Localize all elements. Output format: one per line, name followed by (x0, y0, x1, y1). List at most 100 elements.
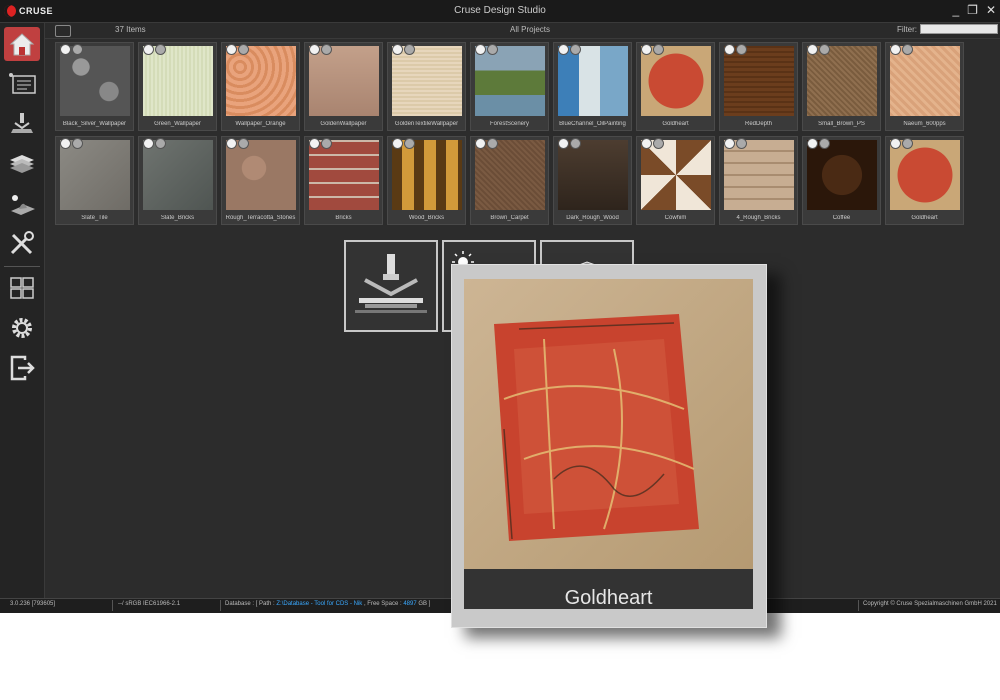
sidebar-tiles-button[interactable] (4, 271, 40, 305)
sidebar-settings-button[interactable] (4, 311, 40, 345)
badge-icon (653, 138, 664, 149)
badge-icon (902, 44, 913, 55)
badge-icon (309, 44, 320, 55)
free-space-label: , Free Space : (362, 601, 404, 607)
badge-icon (72, 138, 83, 149)
material-badges (641, 44, 664, 55)
sidebar-layout-button[interactable] (4, 67, 40, 101)
material-thumbnail (641, 46, 711, 116)
collection-icon[interactable] (55, 25, 71, 37)
material-label: Slate_Bricks (160, 215, 195, 221)
material-tile[interactable]: Rough_Terracotta_Stones (221, 136, 300, 225)
status-divider (112, 600, 113, 611)
material-label: Coffee (832, 215, 851, 221)
material-tile[interactable]: GoldenTextileWallpaper (387, 42, 466, 131)
badge-icon (392, 138, 403, 149)
free-space-unit: GB ] (416, 601, 431, 607)
material-tile[interactable]: Wood_Bricks (387, 136, 466, 225)
badge-icon (641, 138, 652, 149)
material-tile[interactable]: Small_Brown_PS (802, 42, 881, 131)
sidebar-divider (4, 266, 40, 267)
material-tile[interactable]: ForestScenery (470, 42, 549, 131)
material-tile[interactable]: Brown_Carpet (470, 136, 549, 225)
minimize-button[interactable]: _ (952, 3, 959, 17)
project-selector[interactable]: All Projects (510, 25, 550, 34)
badge-icon (487, 44, 498, 55)
badge-icon (724, 138, 735, 149)
material-thumbnail (724, 46, 794, 116)
material-badges (807, 44, 830, 55)
badge-icon (404, 44, 415, 55)
material-thumbnail (309, 46, 379, 116)
material-label: Goldheart (911, 215, 938, 221)
items-count: 37 Items (115, 25, 146, 34)
badge-icon (226, 138, 237, 149)
material-thumbnail (226, 46, 296, 116)
material-thumbnail (392, 140, 462, 210)
material-tile[interactable]: BlueChannel_OilPainting (553, 42, 632, 131)
badge-icon (807, 138, 818, 149)
material-thumbnail (890, 140, 960, 210)
badge-icon (819, 44, 830, 55)
badge-icon (155, 44, 166, 55)
badge-icon (238, 44, 249, 55)
badge-icon (475, 44, 486, 55)
material-badges (890, 138, 913, 149)
material-label: Wood_Bricks (408, 215, 445, 221)
material-badges (558, 44, 581, 55)
material-label: Slate_Tile (81, 215, 108, 221)
sidebar-layers-button[interactable] (4, 147, 40, 181)
scanner-icon (11, 113, 33, 133)
material-tile[interactable]: Slate_Tile (55, 136, 134, 225)
sidebar-scan-button[interactable] (4, 107, 40, 141)
material-tile[interactable]: Slate_Bricks (138, 136, 217, 225)
material-badges (392, 44, 415, 55)
preview-frame: Goldheart (464, 279, 753, 609)
material-tile[interactable]: Black_Silver_Wallpaper (55, 42, 134, 131)
sidebar-home-button[interactable] (4, 27, 40, 61)
database-info: Database : [ Path : Z:\Database - Tool f… (225, 601, 430, 607)
material-badges (60, 138, 83, 149)
material-tile[interactable]: Wallpaper_Orange (221, 42, 300, 131)
material-tile[interactable]: Coffee (802, 136, 881, 225)
material-badges (724, 138, 747, 149)
material-badges (226, 44, 249, 55)
material-label: BlueChannel_OilPainting (559, 121, 626, 127)
material-label: Goldheart (662, 121, 689, 127)
material-tile[interactable]: RedDepth (719, 42, 798, 131)
material-badges (641, 138, 664, 149)
scan-tool-icon (355, 254, 427, 313)
sidebar-exit-button[interactable] (4, 351, 40, 385)
filter-input[interactable] (920, 24, 998, 34)
material-tile[interactable]: Cowhim (636, 136, 715, 225)
material-tile[interactable]: Dark_Rough_Wood (553, 136, 632, 225)
badge-icon (736, 138, 747, 149)
material-tile[interactable]: Green_Wallpaper (138, 42, 217, 131)
badge-icon (72, 44, 83, 55)
material-tile[interactable]: Bricks (304, 136, 383, 225)
material-thumbnail (226, 140, 296, 210)
scan-tool-button[interactable] (344, 240, 438, 332)
material-tile[interactable]: 4_Rough_Bricks (719, 136, 798, 225)
restore-button[interactable]: ❐ (967, 3, 978, 17)
material-badges (890, 44, 913, 55)
material-thumbnail (392, 46, 462, 116)
badge-icon (321, 44, 332, 55)
material-label: Small_Brown_PS (818, 121, 865, 127)
material-tile[interactable]: Goldheart (636, 42, 715, 131)
badge-icon (570, 138, 581, 149)
badge-icon (226, 44, 237, 55)
material-label: GoldenWallpaper (320, 121, 367, 127)
window-title: Cruse Design Studio (454, 5, 546, 16)
material-preview-panel: Goldheart (451, 264, 767, 628)
material-thumbnail (475, 46, 545, 116)
material-tile[interactable]: Goldheart (885, 136, 964, 225)
material-tile[interactable]: GoldenWallpaper (304, 42, 383, 131)
close-button[interactable]: ✕ (986, 3, 996, 17)
material-badges (392, 138, 415, 149)
sidebar-tools-button[interactable] (4, 227, 40, 261)
sidebar-light-button[interactable] (4, 187, 40, 221)
material-label: GoldenTextileWallpaper (394, 121, 459, 127)
badge-icon (143, 44, 154, 55)
material-tile[interactable]: Naeum_600pps (885, 42, 964, 131)
